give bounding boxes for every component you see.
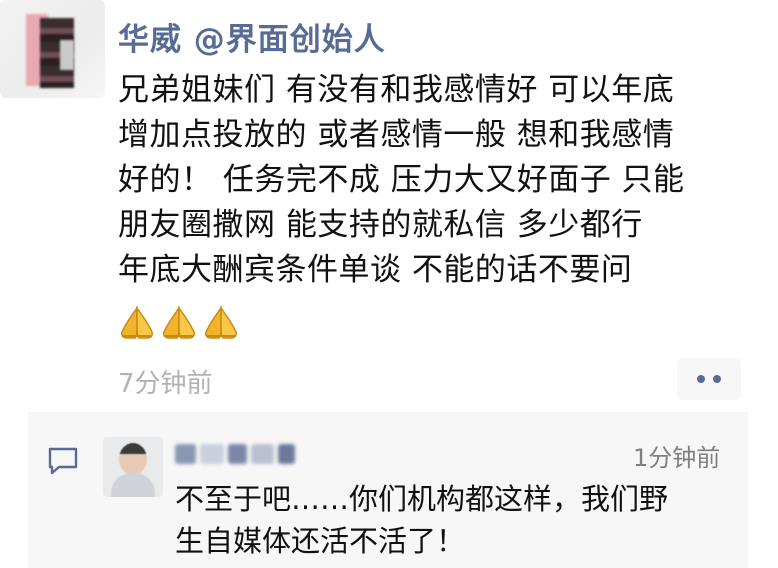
post-text-line: 好的！ 任务完不成 压力大又好面子 只能 xyxy=(118,162,685,198)
redaction-block xyxy=(228,444,248,464)
praying-hands-emoji xyxy=(205,305,237,339)
comment-text-line: 不至于吧……你们机构都这样，我们野 xyxy=(175,482,669,516)
post-text-line: 朋友圈撒网 能支持的就私信 多少都行 xyxy=(118,207,643,243)
post-timestamp: 7分钟前 xyxy=(118,369,213,399)
avatar-blur-region xyxy=(119,443,147,475)
post-text-line: 兄弟姐妹们 有没有和我感情好 可以年底 xyxy=(118,72,675,108)
redaction-block xyxy=(277,444,295,464)
praying-hands-emoji xyxy=(121,305,153,339)
redaction-block xyxy=(251,444,274,464)
post-text-line: 增加点投放的 或者感情一般 想和我感情 xyxy=(118,117,675,153)
post-body: 兄弟姐妹们 有没有和我感情好 可以年底 增加点投放的 或者感情一般 想和我感情 … xyxy=(118,68,768,293)
praying-hands-emoji xyxy=(163,305,195,339)
avatar-blur-region xyxy=(60,40,74,70)
comment-bubble-icon xyxy=(48,447,78,475)
commenter-avatar[interactable] xyxy=(103,437,163,497)
redaction-block xyxy=(199,444,225,464)
emoji-row xyxy=(118,305,240,341)
moments-post: 华威 @界面创始人 兄弟姐妹们 有没有和我感情好 可以年底 增加点投放的 或者感… xyxy=(0,0,778,568)
comment-text-line: 生自媒体还活不活了！ xyxy=(175,524,466,558)
poster-name[interactable]: 华威 @界面创始人 xyxy=(118,14,386,59)
more-dots-icon xyxy=(713,375,721,383)
redaction-block xyxy=(175,444,196,464)
commenter-name-redacted[interactable] xyxy=(175,440,295,468)
more-dots-icon xyxy=(697,375,705,383)
poster-avatar[interactable] xyxy=(0,0,105,98)
avatar-blur-region xyxy=(111,473,155,497)
comment-body: 不至于吧……你们机构都这样，我们野 生自媒体还活不活了！ xyxy=(175,478,735,562)
post-text-line: 年底大酬宾条件单谈 不能的话不要问 xyxy=(118,252,633,288)
more-actions-button[interactable] xyxy=(677,358,741,400)
comment-timestamp: 1分钟前 xyxy=(633,444,721,472)
